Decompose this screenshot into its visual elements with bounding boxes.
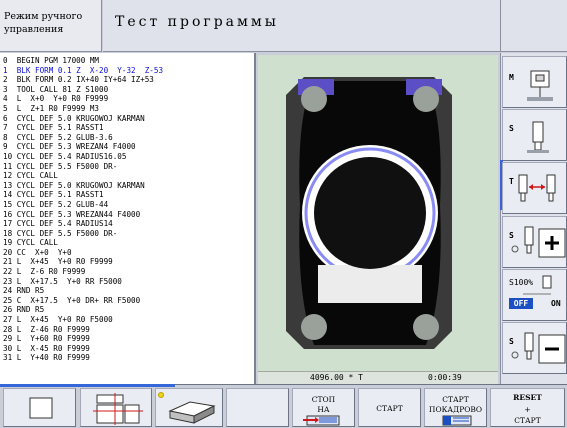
simulation-view <box>258 55 498 371</box>
plus-icon <box>511 226 566 258</box>
program-line[interactable]: 25 C X+17.5 Y+0 DR+ RR F5000 <box>3 296 254 306</box>
program-line[interactable]: 19 CYCL CALL <box>3 238 254 248</box>
3d-view-icon <box>158 392 216 424</box>
program-line[interactable]: 11 CYCL DEF 5.5 F5000 DR- <box>3 162 254 172</box>
program-line[interactable]: 6 CYCL DEF 5.0 KRUGOWOJ KARMAN <box>3 114 254 124</box>
single-block-icon <box>442 415 472 426</box>
program-line[interactable]: 21 L X+45 Y+0 R0 F9999 <box>3 257 254 267</box>
m-function-key[interactable]: M <box>502 56 567 108</box>
program-line[interactable]: 16 CYCL DEF 5.3 WREZAN44 F4000 <box>3 210 254 220</box>
program-line[interactable]: 4 L X+0 Y+0 R0 F9999 <box>3 94 254 104</box>
program-line[interactable]: 13 CYCL DEF 5.0 KRUGOWOJ KARMAN <box>3 181 254 191</box>
mode-line-2: управления <box>4 24 64 35</box>
stop-at-icon <box>303 415 340 426</box>
workpiece-graphic <box>286 77 452 349</box>
spindle-speed-decrease-key[interactable]: S <box>502 322 567 374</box>
simulation-status-bar: 4096.00 * T 0:00:39 <box>258 371 498 384</box>
program-line[interactable]: 9 CYCL DEF 5.3 WREZAN4 F4000 <box>3 142 254 152</box>
program-line[interactable]: 30 L X-45 R0 F9999 <box>3 344 254 354</box>
minus-icon <box>511 332 566 364</box>
program-line[interactable]: 23 L X+17.5 Y+0 RR F5000 <box>3 277 254 287</box>
program-line[interactable]: 27 L X+45 Y+0 R0 F5000 <box>3 315 254 325</box>
spindle-icon <box>527 70 553 101</box>
program-line[interactable]: 7 CYCL DEF 5.1 RASST1 <box>3 123 254 133</box>
program-line[interactable]: 2 BLK FORM 0.2 IX+40 IY+64 IZ+53 <box>3 75 254 85</box>
tool-icon <box>527 121 549 153</box>
program-line[interactable]: 5 L Z+1 R0 F9999 M3 <box>3 104 254 114</box>
tool-change-icon <box>518 174 556 202</box>
toggle-icon <box>523 275 552 295</box>
program-line[interactable]: 8 CYCL DEF 5.2 GLUB-3.6 <box>3 133 254 143</box>
start-single-block-key[interactable]: СТАРТ ПОКАДРОВО <box>424 388 487 427</box>
program-line[interactable]: 14 CYCL DEF 5.1 RASST1 <box>3 190 254 200</box>
header-right-panel <box>500 0 567 52</box>
reset-line-2: + <box>524 405 531 414</box>
t-function-key[interactable]: T <box>502 162 567 214</box>
program-line[interactable]: 10 CYCL DEF 5.4 RADIUS16.05 <box>3 152 254 162</box>
operating-mode-label: Режим ручного управления <box>0 0 102 52</box>
program-line[interactable]: 22 L Z-6 R0 F9999 <box>3 267 254 277</box>
program-line[interactable]: 24 RND R5 <box>3 286 254 296</box>
reset-line-3: СТАРТ <box>514 416 541 425</box>
machining-time: 4096.00 * T <box>310 373 363 382</box>
reset-start-key[interactable]: RESET + СТАРТ <box>490 388 565 427</box>
program-line[interactable]: 20 CC X+0 Y+0 <box>3 248 254 258</box>
screen-title: Тест программы <box>103 0 500 52</box>
view-three-planes-key[interactable] <box>80 388 152 427</box>
program-line[interactable]: 1 BLK FORM 0.1 Z X-20 Y-32 Z-53 <box>3 66 254 76</box>
view-3d-key[interactable] <box>155 388 223 427</box>
elapsed-clock: 0:00:39 <box>428 373 462 382</box>
program-line[interactable]: 3 TOOL CALL 81 Z S1000 <box>3 85 254 95</box>
program-line[interactable]: 29 L Y+60 R0 F9999 <box>3 334 254 344</box>
program-line[interactable]: 28 L Z-46 R0 F9999 <box>3 325 254 335</box>
mode-line-1: Режим ручного <box>4 11 83 22</box>
stop-at-key[interactable]: СТОП НА <box>292 388 355 427</box>
program-line[interactable]: 31 L Y+40 R0 F9999 <box>3 353 254 363</box>
s-function-key[interactable]: S <box>502 109 567 161</box>
view-plan-key[interactable] <box>3 388 76 427</box>
program-line[interactable]: 0 BEGIN PGM 17000 MM <box>3 56 254 66</box>
program-line[interactable]: 17 CYCL DEF 5.4 RADIUS14 <box>3 219 254 229</box>
program-line[interactable]: 15 CYCL DEF 5.2 GLUB-44 <box>3 200 254 210</box>
start-label: СТАРТ <box>376 404 403 413</box>
plan-view-icon <box>29 397 53 419</box>
program-line[interactable]: 18 CYCL DEF 5.5 F5000 DR- <box>3 229 254 239</box>
spindle-override-key[interactable]: S100% OFF ON <box>502 269 567 321</box>
three-planes-icon <box>93 393 143 425</box>
progress-indicator <box>0 384 175 387</box>
program-listing[interactable]: 0 BEGIN PGM 17000 MM 1 BLK FORM 0.1 Z X-2… <box>0 53 256 384</box>
program-line[interactable]: 26 RND R5 <box>3 305 254 315</box>
empty-softkey[interactable] <box>226 388 289 427</box>
reset-line-1: RESET <box>513 393 542 402</box>
start-key[interactable]: СТАРТ <box>358 388 421 427</box>
program-line[interactable]: 12 CYCL CALL <box>3 171 254 181</box>
spindle-speed-increase-key[interactable]: S <box>502 216 567 268</box>
